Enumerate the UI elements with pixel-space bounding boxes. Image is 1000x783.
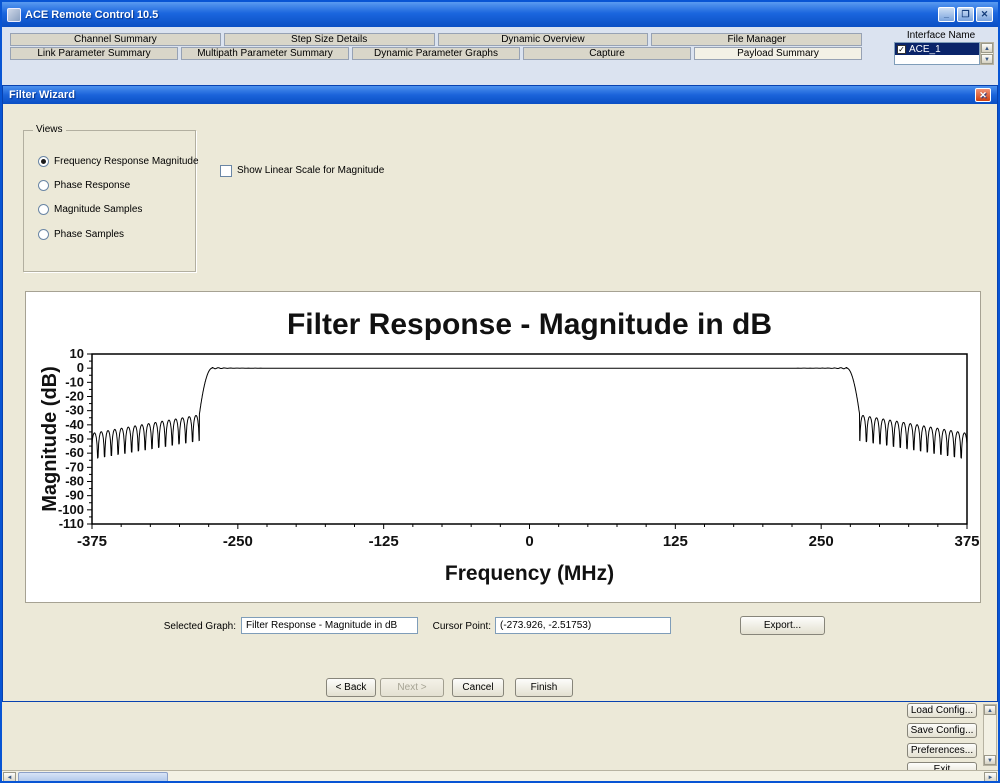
- tab-row-2: Link Parameter Summary Multipath Paramet…: [10, 47, 862, 60]
- export-button[interactable]: Export...: [740, 616, 825, 635]
- checkbox-checked-icon[interactable]: ✓: [897, 45, 906, 54]
- interface-item-label: ACE_1: [909, 44, 941, 55]
- linear-scale-checkbox[interactable]: Show Linear Scale for Magnitude: [220, 164, 384, 177]
- list-item-ace1[interactable]: ✓ ACE_1: [895, 43, 979, 55]
- tab-multipath-parameter-summary[interactable]: Multipath Parameter Summary: [181, 47, 349, 60]
- svg-text:-90: -90: [65, 488, 84, 503]
- main-titlebar[interactable]: ACE Remote Control 10.5 _ ❐ ✕: [2, 2, 998, 27]
- interface-list-scrollbar[interactable]: ▲ ▼: [980, 42, 994, 65]
- dialog-close-button[interactable]: ✕: [975, 88, 991, 102]
- radio-icon[interactable]: [38, 229, 49, 240]
- preferences-button[interactable]: Preferences...: [907, 743, 977, 758]
- save-config-button[interactable]: Save Config...: [907, 723, 977, 738]
- radio-label: Phase Samples: [54, 229, 124, 240]
- svg-text:-30: -30: [65, 403, 84, 418]
- radio-icon[interactable]: [38, 180, 49, 191]
- dialog-title: Filter Wizard: [9, 89, 75, 101]
- interface-name-header: Interface Name: [888, 30, 994, 41]
- svg-text:-110: -110: [59, 516, 84, 531]
- svg-text:Magnitude (dB): Magnitude (dB): [39, 366, 61, 512]
- tab-step-size-details[interactable]: Step Size Details: [224, 33, 435, 46]
- svg-text:-50: -50: [65, 431, 84, 446]
- minimize-button[interactable]: _: [938, 7, 955, 22]
- checkbox-label: Show Linear Scale for Magnitude: [237, 165, 384, 176]
- load-config-button[interactable]: Load Config...: [907, 703, 977, 718]
- cursor-point-field[interactable]: (-273.926, -2.51753): [495, 617, 671, 634]
- tab-channel-summary[interactable]: Channel Summary: [10, 33, 221, 46]
- svg-text:Frequency (MHz): Frequency (MHz): [445, 562, 614, 585]
- tab-row-1: Channel Summary Step Size Details Dynami…: [10, 33, 862, 46]
- radio-icon[interactable]: [38, 204, 49, 215]
- scroll-up-icon[interactable]: ▲: [981, 43, 993, 53]
- scroll-right-icon[interactable]: ►: [984, 772, 997, 783]
- radio-magnitude-samples[interactable]: Magnitude Samples: [38, 203, 142, 216]
- selected-graph-label: Selected Graph:: [128, 621, 236, 632]
- svg-text:-125: -125: [369, 533, 399, 550]
- app-icon: [7, 8, 21, 22]
- filter-response-chart[interactable]: Filter Response - Magnitude in dB Magnitu…: [26, 292, 980, 602]
- next-button[interactable]: Next >: [380, 678, 444, 697]
- dialog-titlebar[interactable]: Filter Wizard ✕: [3, 86, 997, 104]
- svg-text:-60: -60: [65, 445, 84, 460]
- svg-text:10: 10: [70, 346, 84, 361]
- radio-frequency-response-magnitude[interactable]: Frequency Response Magnitude: [38, 155, 199, 168]
- svg-text:-80: -80: [65, 474, 84, 489]
- app-window: ACE Remote Control 10.5 _ ❐ ✕ Channel Su…: [0, 0, 1000, 783]
- scroll-down-icon[interactable]: ▼: [984, 755, 996, 765]
- cancel-button[interactable]: Cancel: [452, 678, 504, 697]
- close-button[interactable]: ✕: [976, 7, 993, 22]
- back-button[interactable]: < Back: [326, 678, 376, 697]
- svg-text:-20: -20: [65, 389, 84, 404]
- scroll-down-icon[interactable]: ▼: [981, 54, 993, 64]
- window-title: ACE Remote Control 10.5: [25, 9, 158, 21]
- finish-button[interactable]: Finish: [515, 678, 573, 697]
- views-group-label: Views: [33, 124, 66, 135]
- checkbox-icon[interactable]: [220, 165, 232, 177]
- svg-text:375: 375: [954, 533, 979, 550]
- svg-text:Filter Response - Magnitude in: Filter Response - Magnitude in dB: [287, 308, 772, 341]
- svg-text:-10: -10: [65, 374, 84, 389]
- selected-graph-field[interactable]: Filter Response - Magnitude in dB: [241, 617, 418, 634]
- dialog-body: Views Frequency Response Magnitude Phase…: [3, 104, 997, 701]
- radio-label: Magnitude Samples: [54, 204, 142, 215]
- svg-text:-100: -100: [58, 502, 84, 517]
- tab-dynamic-parameter-graphs[interactable]: Dynamic Parameter Graphs: [352, 47, 520, 60]
- svg-text:-40: -40: [65, 417, 84, 432]
- tab-link-parameter-summary[interactable]: Link Parameter Summary: [10, 47, 178, 60]
- svg-text:-375: -375: [77, 533, 107, 550]
- tab-payload-summary[interactable]: Payload Summary: [694, 47, 862, 60]
- scroll-up-icon[interactable]: ▲: [984, 705, 996, 715]
- chart-panel: Filter Response - Magnitude in dB Magnitu…: [25, 291, 981, 603]
- radio-phase-response[interactable]: Phase Response: [38, 179, 130, 192]
- svg-text:-250: -250: [223, 533, 253, 550]
- tab-file-manager[interactable]: File Manager: [651, 33, 862, 46]
- scrollbar-thumb[interactable]: [18, 772, 168, 783]
- cursor-point-label: Cursor Point:: [398, 621, 491, 632]
- filter-wizard-dialog: Filter Wizard ✕ Views Frequency Response…: [2, 85, 998, 702]
- tab-area: Channel Summary Step Size Details Dynami…: [2, 27, 998, 85]
- svg-text:250: 250: [809, 533, 834, 550]
- horizontal-scrollbar[interactable]: ◄ ►: [2, 770, 998, 783]
- svg-text:0: 0: [77, 360, 84, 375]
- scroll-left-icon[interactable]: ◄: [3, 772, 16, 783]
- interface-list[interactable]: ✓ ACE_1: [894, 42, 980, 65]
- tab-dynamic-overview[interactable]: Dynamic Overview: [438, 33, 649, 46]
- radio-label: Phase Response: [54, 180, 130, 191]
- svg-text:125: 125: [663, 533, 688, 550]
- radio-label: Frequency Response Magnitude: [54, 156, 199, 167]
- radio-icon[interactable]: [38, 156, 49, 167]
- radio-phase-samples[interactable]: Phase Samples: [38, 228, 124, 241]
- tab-capture[interactable]: Capture: [523, 47, 691, 60]
- svg-text:-70: -70: [65, 459, 84, 474]
- svg-text:0: 0: [525, 533, 533, 550]
- config-scrollbar[interactable]: ▲ ▼: [983, 704, 997, 766]
- maximize-button[interactable]: ❐: [957, 7, 974, 22]
- views-groupbox: Views Frequency Response Magnitude Phase…: [23, 130, 196, 272]
